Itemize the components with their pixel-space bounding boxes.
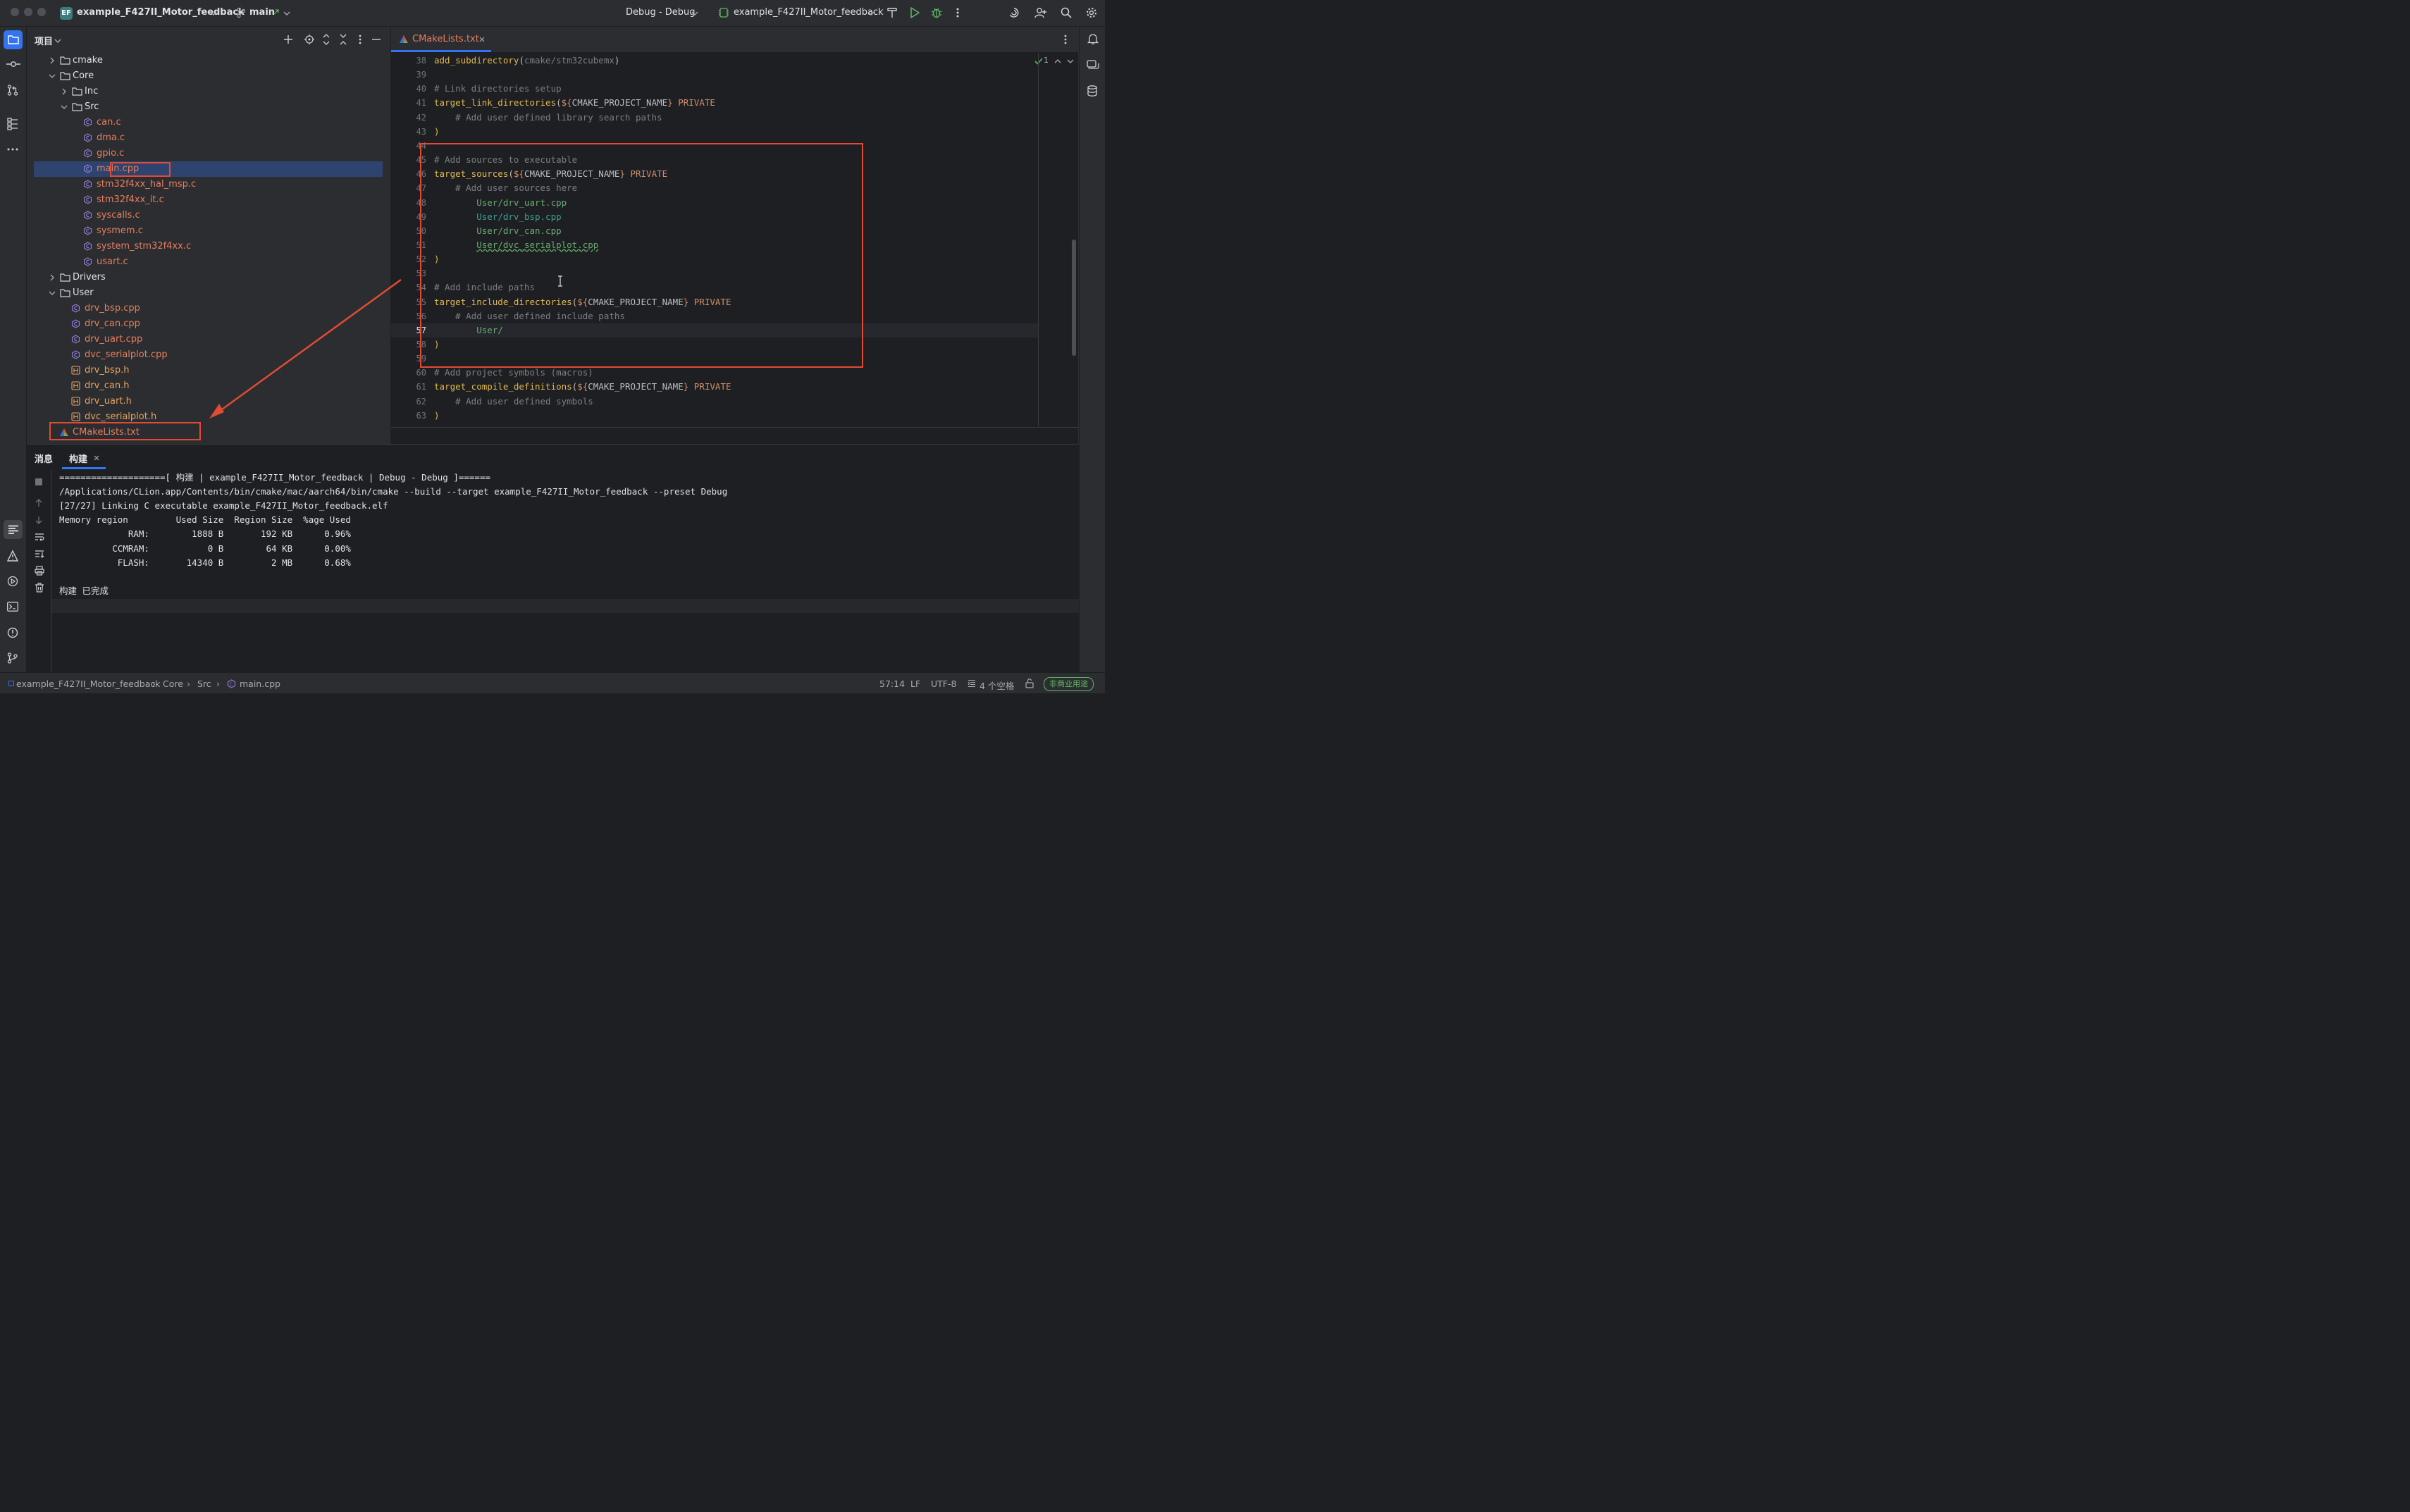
annotation-arrow	[209, 278, 402, 419]
